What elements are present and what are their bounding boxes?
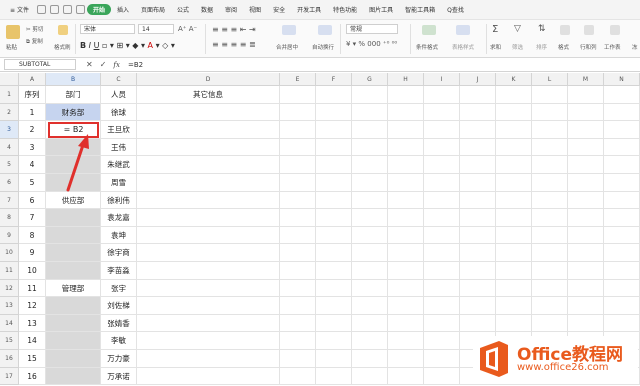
redo-icon[interactable] — [75, 5, 85, 14]
tab-insert[interactable]: 插入 — [111, 5, 135, 14]
tab-special[interactable]: 特色功能 — [327, 5, 363, 14]
number-format-select[interactable]: 常规 — [346, 24, 398, 34]
tab-picture-tools[interactable]: 图片工具 — [363, 5, 399, 14]
sort-icon[interactable]: ⇅ — [538, 24, 546, 34]
sort-button[interactable]: 排序 — [536, 43, 547, 51]
format-painter-icon[interactable] — [58, 25, 68, 35]
ribbon: 粘贴 ✂ 剪切 ⧉ 复制 格式刷 宋体 14 A⁺ A⁻ B I U ▫ ▾ ⊞… — [0, 20, 640, 58]
cut-button[interactable]: ✂ 剪切 — [26, 25, 43, 33]
formula-bar: SUBTOTAL ✕ ✓ fx =B2 — [0, 58, 640, 72]
filter-icon[interactable]: ▽ — [514, 24, 521, 34]
formula-input[interactable]: =B2 — [128, 61, 143, 69]
undo-icon[interactable] — [62, 5, 72, 14]
row-col-button[interactable]: 行和列 — [580, 43, 597, 51]
tab-page-layout[interactable]: 页面布局 — [135, 5, 171, 14]
font-grow-icon[interactable]: A⁺ A⁻ — [178, 25, 197, 33]
worksheet-button[interactable]: 工作表 — [604, 43, 621, 51]
font-style-buttons[interactable]: B I U ▫ ▾ ⊞ ▾ ◆ ▾ A ▾ ◇ ▾ — [80, 41, 175, 50]
tab-data[interactable]: 数据 — [195, 5, 219, 14]
format-icon[interactable] — [560, 25, 570, 35]
cond-format-icon[interactable] — [422, 25, 436, 35]
format-painter-button[interactable]: 格式刷 — [54, 43, 71, 51]
table-style-icon[interactable] — [456, 25, 470, 35]
accept-icon[interactable]: ✓ — [100, 60, 107, 69]
print-icon[interactable] — [49, 5, 59, 14]
wrap-text-icon[interactable] — [318, 25, 332, 35]
worksheet-icon[interactable] — [610, 25, 620, 35]
tab-view[interactable]: 视图 — [243, 5, 267, 14]
cancel-icon[interactable]: ✕ — [86, 60, 93, 69]
tab-review[interactable]: 审阅 — [219, 5, 243, 14]
logo-url: www.office26.com — [517, 362, 609, 373]
search-button[interactable]: Q查找 — [441, 5, 470, 14]
fx-icon[interactable]: fx — [113, 61, 120, 69]
font-size-select[interactable]: 14 — [138, 24, 174, 34]
menu-bar: ≡ 文件 开始 插入 页面布局 公式 数据 审阅 视图 安全 开发工具 特色功能… — [0, 0, 640, 20]
paste-label[interactable]: 粘贴 — [6, 43, 17, 51]
format-button[interactable]: 格式 — [558, 43, 569, 51]
cond-format-button[interactable]: 条件格式 — [416, 43, 438, 51]
paste-icon[interactable] — [6, 25, 20, 39]
tab-smart-toolbox[interactable]: 智能工具箱 — [399, 5, 441, 14]
filter-button[interactable]: 筛选 — [512, 43, 523, 51]
number-format-icons[interactable]: ¥ ▾ % 000 ⁺⁰ ⁰⁰ — [346, 40, 397, 48]
align-top-icons[interactable]: ≡ ≡ ≡ ⇤ ⇥ — [212, 25, 256, 34]
save-icon[interactable] — [36, 5, 46, 14]
tab-formula[interactable]: 公式 — [171, 5, 195, 14]
copy-button[interactable]: ⧉ 复制 — [26, 37, 43, 46]
merge-center-button[interactable]: 合并居中 — [276, 43, 298, 51]
freeze-button[interactable]: 冻 — [632, 43, 638, 51]
row-col-icon[interactable] — [584, 25, 594, 35]
tab-security[interactable]: 安全 — [267, 5, 291, 14]
align-icons[interactable]: ≡ ≡ ≡ ≡ ≣ — [212, 40, 256, 49]
font-name-select[interactable]: 宋体 — [80, 24, 135, 34]
table-style-button[interactable]: 表格样式 — [452, 43, 474, 51]
tab-developer[interactable]: 开发工具 — [291, 5, 327, 14]
file-menu[interactable]: ≡ 文件 — [4, 5, 35, 14]
office26-logo: Office教程网 www.office26.com — [473, 336, 638, 384]
wrap-text-button[interactable]: 自动换行 — [312, 43, 334, 51]
office-logo-icon — [480, 341, 508, 377]
sum-icon[interactable]: Σ — [492, 24, 498, 35]
tab-home[interactable]: 开始 — [86, 4, 111, 15]
sum-button[interactable]: 求和 — [490, 43, 501, 51]
merge-center-icon[interactable] — [282, 25, 296, 35]
name-box[interactable]: SUBTOTAL — [4, 59, 76, 70]
